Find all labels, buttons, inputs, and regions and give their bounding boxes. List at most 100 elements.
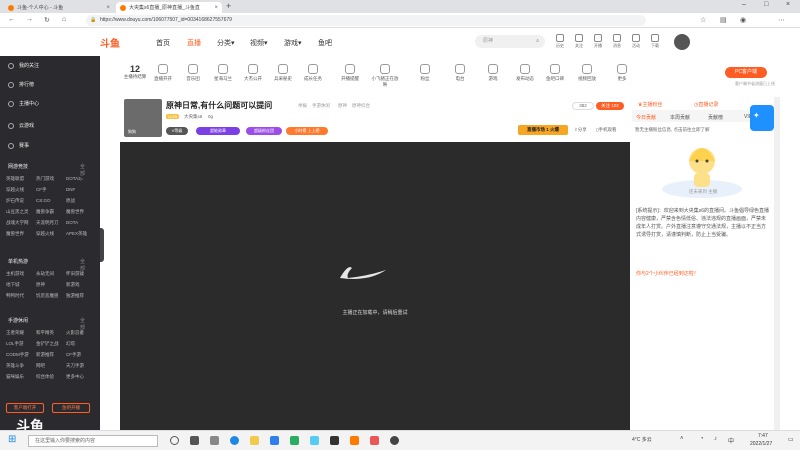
sidebar-game-link[interactable]: 原神 — [36, 282, 66, 288]
tray-overflow-icon[interactable]: ˄ — [680, 436, 684, 442]
sidebar-item-cloud-game[interactable]: 云游戏 — [8, 122, 34, 129]
sidebar-game-link[interactable]: 魔兽世界 — [6, 231, 36, 237]
category-item[interactable]: 直播开开 — [148, 64, 178, 82]
category-item[interactable]: 游戏 — [478, 64, 508, 82]
sidebar-game-link[interactable]: 地下城 — [6, 282, 36, 288]
search-input[interactable]: 原神 ⌕ — [475, 35, 545, 48]
sidebar-game-link[interactable]: 更多中心 — [66, 374, 96, 380]
page-scrollbar[interactable] — [774, 97, 780, 430]
sidebar-game-link[interactable]: APEX英雄 — [66, 231, 96, 237]
minimize-icon[interactable]: – — [742, 1, 746, 8]
widgets-icon[interactable] — [190, 436, 199, 445]
browser-menu-icon[interactable]: ⋯ — [778, 16, 785, 24]
activity-button[interactable]: 活动 — [629, 34, 643, 49]
sidebar-item-following[interactable]: 我的关注 — [8, 62, 39, 69]
clock-time[interactable]: 7:47 — [758, 433, 768, 439]
sidebar-game-link[interactable]: 猫咪娱乐 — [6, 374, 36, 380]
fishbar-broadcast-button[interactable]: 鱼吧开播 — [52, 403, 90, 413]
category-item[interactable]: 星海马兰 — [208, 64, 238, 82]
terminal-icon[interactable] — [330, 436, 339, 445]
category-item[interactable]: 开播提醒 — [335, 64, 365, 82]
sidebar-game-link[interactable]: 魔兽世界 — [66, 209, 96, 215]
favorites-icon[interactable]: ☆ — [700, 16, 706, 24]
nav-category[interactable]: 分类▾ — [217, 38, 235, 48]
video-player[interactable]: 主播正在加载中，请稍后重试 — [120, 142, 630, 430]
fan-tab[interactable]: ♛主播粉丝 — [638, 101, 663, 108]
category-item[interactable]: 大杰公开 — [238, 64, 268, 82]
douyu-app-icon[interactable] — [350, 436, 359, 445]
back-icon[interactable]: ← — [8, 16, 15, 23]
sidebar-game-link[interactable]: 山豆黑之灵 — [6, 209, 36, 215]
share-button[interactable]: ⇪分享 — [574, 127, 587, 133]
qq-icon[interactable] — [310, 436, 319, 445]
section-title-mobile[interactable]: 手游休闲 全部 > — [8, 317, 85, 337]
sidebar-game-link[interactable]: CF手 — [36, 187, 66, 193]
sidebar-game-link[interactable]: 天刀手游 — [66, 363, 96, 369]
report-link[interactable]: 举报 — [298, 103, 307, 109]
sidebar-game-link[interactable]: LOL手游 — [6, 341, 36, 347]
sidebar-game-link[interactable]: 综合体验 — [36, 374, 66, 380]
sidebar-game-link[interactable]: 网吧 — [36, 363, 66, 369]
sidebar-game-link[interactable]: CS:GO — [36, 198, 66, 204]
category-item[interactable]: 粉丝 — [410, 64, 440, 82]
forward-icon[interactable]: → — [26, 16, 33, 23]
client-open-button[interactable]: 客户端打开 — [6, 403, 44, 413]
sidebar-game-link[interactable]: DOTA — [66, 220, 96, 226]
promo-badge[interactable]: ✦ — [750, 105, 774, 131]
taskbar-search-input[interactable]: 在这里输入你要搜索的内容 — [28, 435, 158, 447]
nav-live[interactable]: 直播 — [187, 38, 201, 48]
sidebar-item-streamer-center[interactable]: 主播中心 — [8, 100, 39, 107]
sidebar-item-esports[interactable]: 赛事 — [8, 142, 29, 149]
browser-tab-1[interactable]: 斗鱼-个人中心 - 斗鱼 × — [4, 2, 114, 13]
broadcast-button[interactable]: 开播 — [591, 34, 605, 49]
nav-fishbar[interactable]: 鱼吧 — [318, 38, 332, 48]
maximize-icon[interactable]: □ — [764, 1, 768, 8]
sidebar-game-link[interactable]: 幻塔 — [66, 341, 96, 347]
sidebar-collapse-handle[interactable] — [100, 228, 104, 262]
sidebar-item-ranking[interactable]: 排行榜 — [8, 81, 34, 88]
category-item[interactable]: 更多 — [607, 64, 637, 82]
browser-tab-2[interactable]: 大央集s6直播_原神直播_斗鱼直 × — [116, 2, 222, 13]
sidebar-game-link[interactable]: 穿越火线 — [36, 231, 66, 237]
section-title-pc[interactable]: 网游竞技 全部 > — [8, 163, 85, 183]
edge-browser-icon[interactable] — [230, 436, 239, 445]
reload-icon[interactable]: ↻ — [44, 16, 50, 24]
sidebar-game-link[interactable]: 鸭鸭时代 — [6, 293, 36, 299]
sidebar-game-link[interactable]: 英雄斗争 — [6, 363, 36, 369]
search-icon[interactable]: ⌕ — [536, 35, 539, 48]
home-icon[interactable]: ⌂ — [62, 16, 66, 23]
profile-icon[interactable]: ◉ — [740, 16, 746, 24]
category-item[interactable]: 发布动态 — [510, 64, 540, 82]
sidebar-game-link[interactable]: 穿越火线 — [6, 187, 36, 193]
streamer-name[interactable]: 大央集s6 — [184, 114, 202, 120]
sidebar-game-link[interactable]: 战魂大学网 — [6, 220, 36, 226]
notification-icon[interactable]: ▭ — [788, 436, 794, 443]
sidebar-game-link[interactable]: CF手游 — [66, 352, 96, 358]
sidebar-game-link[interactable]: 火影忍者 — [66, 330, 96, 336]
sidebar-game-link[interactable]: 怀旧游戏 — [66, 271, 96, 277]
level-pill[interactable]: V等级 — [166, 127, 188, 135]
tab-week[interactable]: 本周贡献 — [670, 114, 690, 121]
sidebar-game-link[interactable]: 和平精英 — [36, 330, 66, 336]
weather-status[interactable]: 4°C 多云 — [632, 436, 652, 443]
category-item[interactable]: 电台 — [445, 64, 475, 82]
sidebar-game-link[interactable]: 炉石传说 — [6, 198, 36, 204]
mail-icon[interactable] — [270, 436, 279, 445]
streamer-avatar[interactable]: 狗狗 — [124, 99, 162, 137]
follow-button[interactable]: 关注 — [572, 34, 586, 49]
history-button[interactable]: 历史 — [553, 34, 567, 49]
sidebar-game-link[interactable]: 金铲铲之战 — [36, 341, 66, 347]
sidebar-game-link[interactable]: 魔兽争霸 — [36, 209, 66, 215]
hour-rank-pill[interactable]: 小时榜 上上榜 — [286, 127, 328, 135]
sidebar-game-link[interactable]: CODM手游 — [6, 352, 36, 358]
windows-start-icon[interactable]: ⊞ — [8, 434, 16, 445]
sidebar-game-link[interactable]: 新游推荐 — [36, 352, 66, 358]
category-item[interactable]: 小飞猪正在放映 — [370, 64, 400, 88]
download-button[interactable]: 下载 — [648, 34, 662, 49]
sidebar-game-link[interactable]: DOTA2 — [66, 176, 96, 182]
ranking-badge[interactable]: 直播市场 1 火爆 — [518, 125, 568, 135]
sidebar-game-link[interactable]: 主机游戏 — [6, 271, 36, 277]
sidebar-game-link[interactable]: 英雄联盟 — [6, 176, 36, 182]
room-breadcrumb-2[interactable]: 原神 — [338, 103, 347, 109]
sidebar-game-link[interactable]: 原战 — [66, 198, 96, 204]
